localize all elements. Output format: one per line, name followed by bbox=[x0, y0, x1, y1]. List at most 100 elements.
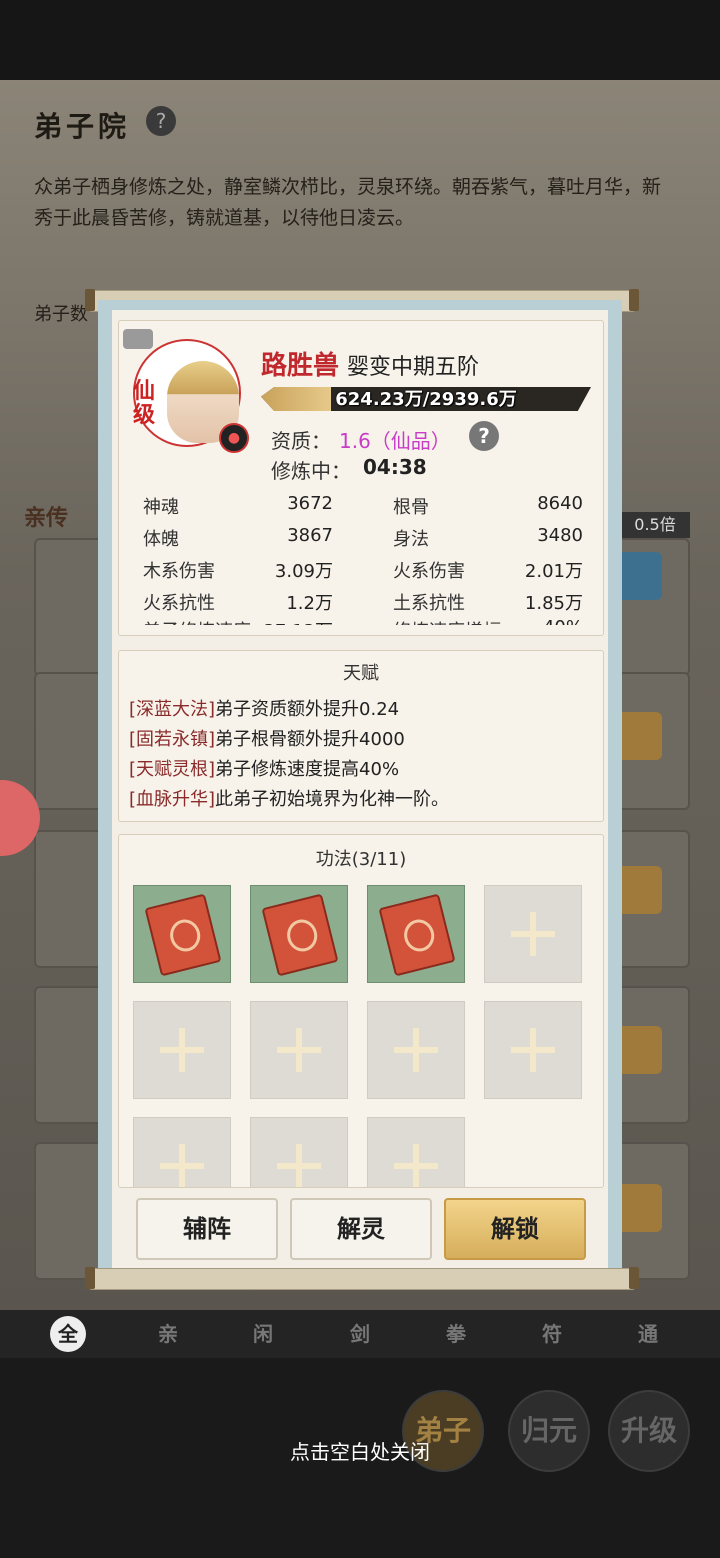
page-description: 众弟子栖身修炼之处，静室鳞次栉比，灵泉环绕。朝吞紫气，暮吐月华，新秀于此晨昏苦修… bbox=[34, 176, 662, 229]
skill-slot-empty[interactable] bbox=[367, 1001, 465, 1099]
cultivation-progress-text: 624.23万/2939.6万 bbox=[335, 389, 517, 410]
stat-value: 37.13万 bbox=[243, 617, 333, 625]
skill-slot-empty[interactable] bbox=[250, 1117, 348, 1187]
help-icon[interactable]: ? bbox=[146, 106, 176, 136]
disciple-detail-modal: 仙级 ● 路胜兽 婴变中期五阶 624.23万/2939.6万 资质： 1.6（… bbox=[98, 300, 622, 1278]
stat-row: 木系伤害 3.09万 火系伤害 2.01万 bbox=[143, 557, 587, 589]
scroll-rod-bottom bbox=[85, 1267, 639, 1290]
stat-value: 1.2万 bbox=[286, 593, 333, 614]
talent-text: 弟子修炼速度提高40% bbox=[215, 759, 400, 780]
tag-icon[interactable] bbox=[123, 329, 153, 349]
talent-text: 弟子资质额外提升0.24 bbox=[215, 699, 400, 720]
talent-tag: [天赋灵根] bbox=[129, 759, 216, 780]
stat-value: 3672 bbox=[287, 493, 333, 514]
talent-text: 弟子根骨额外提升4000 bbox=[215, 729, 405, 750]
stat-value: 8640 bbox=[537, 493, 583, 514]
stat-name: 木系伤害 bbox=[143, 561, 215, 582]
multiplier-badge: 0.5倍 bbox=[620, 512, 690, 538]
skill-book-icon bbox=[261, 893, 339, 977]
stat-value: 40% bbox=[483, 617, 583, 625]
skill-slot-empty[interactable] bbox=[484, 1001, 582, 1099]
stat-value: 3.09万 bbox=[274, 561, 333, 582]
skills-title: 功法(3/11) bbox=[315, 849, 407, 870]
scroll-cap bbox=[85, 289, 95, 311]
status-timer: 04:38 bbox=[363, 455, 427, 479]
aptitude-label: 资质： bbox=[271, 429, 331, 453]
avatar: 仙级 ● bbox=[133, 339, 249, 453]
stat-name: 身法 bbox=[393, 529, 429, 550]
stat-row: 弟子修炼速度 37.13万 修炼速度增幅 40% bbox=[143, 617, 587, 625]
stat-name: 根骨 bbox=[393, 497, 429, 518]
stat-row: 体魄 3867 身法 3480 bbox=[143, 525, 587, 557]
talent-tag: [血脉升华] bbox=[129, 789, 216, 810]
skills-panel[interactable]: 功法(3/11) bbox=[118, 834, 604, 1188]
stat-name: 弟子修炼速度 bbox=[143, 617, 251, 625]
release-button[interactable]: 解灵 bbox=[290, 1198, 432, 1260]
question-icon[interactable]: ? bbox=[469, 421, 499, 451]
stat-name: 火系伤害 bbox=[393, 561, 465, 582]
plus-icon bbox=[160, 1028, 204, 1072]
plus-icon bbox=[511, 912, 555, 956]
filter-fist[interactable]: 拳 bbox=[438, 1316, 474, 1352]
scroll-cap bbox=[629, 289, 639, 311]
skill-slot-empty[interactable] bbox=[484, 885, 582, 983]
talent-text: 此弟子初始境界为化神一阶。 bbox=[215, 789, 450, 810]
talent-item: [固若永镇]弟子根骨额外提升4000 bbox=[129, 725, 405, 751]
status-label: 修炼中： bbox=[271, 459, 351, 483]
talent-title: 天赋 bbox=[343, 663, 379, 684]
filter-idle[interactable]: 闲 bbox=[245, 1316, 281, 1352]
plus-icon bbox=[394, 1028, 438, 1072]
skill-slot-empty[interactable] bbox=[250, 1001, 348, 1099]
talent-tag: [固若永镇] bbox=[129, 729, 216, 750]
talent-tag: [深蓝大法] bbox=[129, 699, 216, 720]
skill-book-icon bbox=[144, 893, 222, 977]
lock-icon[interactable]: ● bbox=[219, 423, 249, 453]
stat-value: 1.85万 bbox=[524, 593, 583, 614]
talent-item: [血脉升华]此弟子初始境界为化神一阶。 bbox=[129, 785, 449, 811]
page-title: 弟子院 bbox=[34, 110, 131, 143]
scroll-cap bbox=[85, 1267, 95, 1289]
stat-name: 神魂 bbox=[143, 497, 179, 518]
skill-slot-filled[interactable] bbox=[133, 885, 231, 983]
skill-slot-filled[interactable] bbox=[367, 885, 465, 983]
talent-item: [天赋灵根]弟子修炼速度提高40% bbox=[129, 755, 399, 781]
talent-item: [深蓝大法]弟子资质额外提升0.24 bbox=[129, 695, 399, 721]
disciple-name: 路胜兽 bbox=[261, 351, 340, 381]
plus-icon bbox=[394, 1144, 438, 1187]
stat-name: 火系抗性 bbox=[143, 593, 215, 614]
stat-value: 2.01万 bbox=[524, 561, 583, 582]
plus-icon bbox=[511, 1028, 555, 1072]
section-tag: 亲传 bbox=[24, 506, 69, 531]
skill-slot-empty[interactable] bbox=[133, 1117, 231, 1187]
disciple-count-label: 弟子数 bbox=[34, 304, 88, 325]
scroll-cap bbox=[629, 1267, 639, 1289]
filter-sword[interactable]: 剑 bbox=[342, 1316, 378, 1352]
unlock-button[interactable]: 解锁 bbox=[444, 1198, 586, 1260]
formation-button[interactable]: 辅阵 bbox=[136, 1198, 278, 1260]
rank-badge: 仙级 bbox=[133, 378, 156, 428]
skill-book-icon bbox=[378, 893, 456, 977]
filter-direct[interactable]: 亲 bbox=[150, 1316, 186, 1352]
stat-name: 体魄 bbox=[143, 529, 179, 550]
aptitude-value: 1.6（仙品） bbox=[339, 429, 451, 453]
skill-slot-empty[interactable] bbox=[133, 1001, 231, 1099]
stat-name: 土系抗性 bbox=[393, 593, 465, 614]
talent-panel: 天赋 [深蓝大法]弟子资质额外提升0.24 [固若永镇]弟子根骨额外提升4000… bbox=[118, 650, 604, 822]
stat-value: 3480 bbox=[537, 525, 583, 546]
disciple-info-panel: 仙级 ● 路胜兽 婴变中期五阶 624.23万/2939.6万 资质： 1.6（… bbox=[118, 320, 604, 636]
skill-slot-filled[interactable] bbox=[250, 885, 348, 983]
filter-general[interactable]: 通 bbox=[630, 1316, 666, 1352]
filter-talisman[interactable]: 符 bbox=[534, 1316, 570, 1352]
modal-body: 仙级 ● 路胜兽 婴变中期五阶 624.23万/2939.6万 资质： 1.6（… bbox=[112, 310, 608, 1268]
stats-list[interactable]: 神魂 3672 根骨 8640 体魄 3867 身法 3480 木系伤害 3.0… bbox=[143, 493, 587, 625]
plus-icon bbox=[160, 1144, 204, 1187]
status-bar bbox=[0, 0, 720, 80]
filter-all[interactable]: 全 bbox=[50, 1316, 86, 1352]
stat-row: 神魂 3672 根骨 8640 bbox=[143, 493, 587, 525]
close-hint[interactable]: 点击空白处关闭 bbox=[0, 1436, 720, 1465]
plus-icon bbox=[277, 1144, 321, 1187]
skill-slot-empty[interactable] bbox=[367, 1117, 465, 1187]
stat-value: 3867 bbox=[287, 525, 333, 546]
plus-icon bbox=[277, 1028, 321, 1072]
disciple-realm: 婴变中期五阶 bbox=[347, 355, 480, 380]
